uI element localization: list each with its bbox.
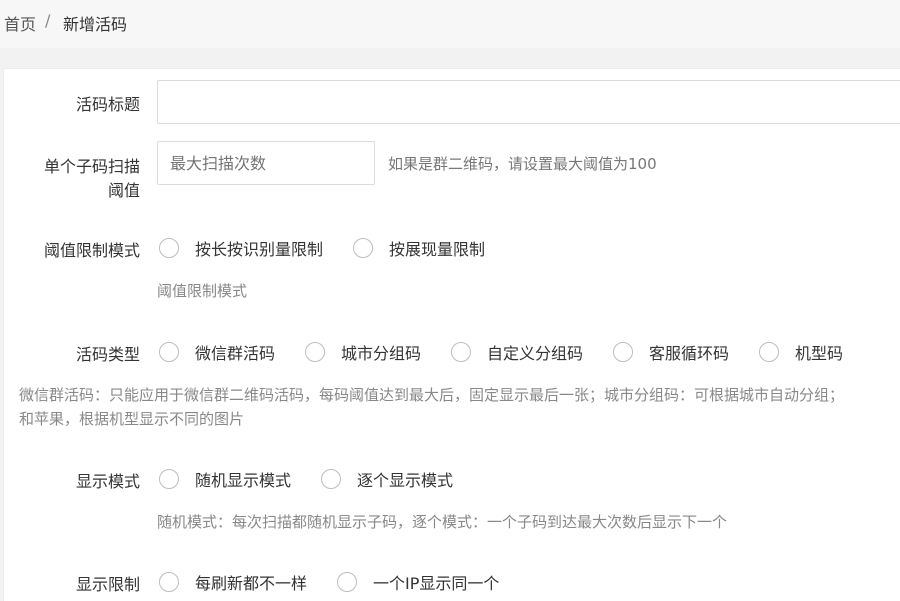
breadcrumb-home-link[interactable]: 首页 <box>4 11 36 35</box>
radio-circle-icon <box>159 572 179 592</box>
threshold-hint: 如果是群二维码，请设置最大阈值为100 <box>388 155 657 173</box>
code-type-radio-wechat-group[interactable]: 微信群活码 <box>159 340 275 364</box>
code-type-description-line1: 微信群活码：只能应用于微信群二维码活码，每码阈值达到最大后，固定显示最后一张；城… <box>19 386 845 404</box>
threshold-input[interactable] <box>157 141 375 185</box>
radio-circle-icon <box>305 342 325 362</box>
radio-label: 随机显示模式 <box>195 471 292 490</box>
limit-mode-radio-long-press[interactable]: 按长按识别量限制 <box>159 236 323 260</box>
radio-label: 微信群活码 <box>195 344 276 363</box>
radio-circle-icon <box>337 572 357 592</box>
radio-circle-icon <box>321 469 341 489</box>
display-limit-radio-refresh[interactable]: 每刷新都不一样 <box>159 570 307 594</box>
title-label: 活码标题 <box>75 95 140 114</box>
radio-circle-icon <box>759 342 779 362</box>
radio-circle-icon <box>353 238 373 258</box>
display-limit-label: 显示限制 <box>75 575 140 594</box>
code-type-description-line2: 和苹果，根据机型显示不同的图片 <box>19 410 245 428</box>
radio-label: 每刷新都不一样 <box>195 574 308 593</box>
radio-circle-icon <box>159 469 179 489</box>
radio-label: 客服循环码 <box>649 344 730 363</box>
breadcrumb: 首页 / 新增活码 <box>0 0 900 48</box>
radio-label: 自定义分组码 <box>487 344 584 363</box>
code-type-radio-device-model[interactable]: 机型码 <box>759 340 843 364</box>
limit-mode-radio-impression[interactable]: 按展现量限制 <box>353 236 485 260</box>
radio-label: 按展现量限制 <box>389 240 486 259</box>
radio-label: 机型码 <box>795 344 844 363</box>
radio-label: 一个IP显示同一个 <box>373 574 500 593</box>
radio-label: 按长按识别量限制 <box>195 240 324 259</box>
display-limit-radio-same-ip[interactable]: 一个IP显示同一个 <box>337 570 499 594</box>
breadcrumb-current: 新增活码 <box>63 15 128 34</box>
limit-mode-label: 阈值限制模式 <box>43 241 140 260</box>
limit-mode-tip: 阈值限制模式 <box>157 282 248 300</box>
threshold-label-line1: 单个子码扫描 <box>43 157 140 176</box>
display-mode-radio-sequential[interactable]: 逐个显示模式 <box>321 467 453 491</box>
title-input[interactable] <box>157 80 900 124</box>
display-mode-tip: 随机模式：每次扫描都随机显示子码，逐个模式：一个子码到达最大次数后显示下一个 <box>157 513 728 531</box>
radio-circle-icon <box>159 342 179 362</box>
radio-circle-icon <box>613 342 633 362</box>
breadcrumb-separator: / <box>45 11 51 30</box>
code-type-radio-city-group[interactable]: 城市分组码 <box>305 340 421 364</box>
radio-label: 城市分组码 <box>341 344 422 363</box>
display-mode-radio-random[interactable]: 随机显示模式 <box>159 467 291 491</box>
radio-circle-icon <box>451 342 471 362</box>
radio-label: 逐个显示模式 <box>357 471 454 490</box>
code-type-radio-custom-group[interactable]: 自定义分组码 <box>451 340 583 364</box>
code-type-radio-service-loop[interactable]: 客服循环码 <box>613 340 729 364</box>
code-type-label: 活码类型 <box>75 345 140 364</box>
display-mode-label: 显示模式 <box>75 472 140 491</box>
radio-circle-icon <box>159 238 179 258</box>
threshold-label-line2: 阈值 <box>107 181 140 200</box>
